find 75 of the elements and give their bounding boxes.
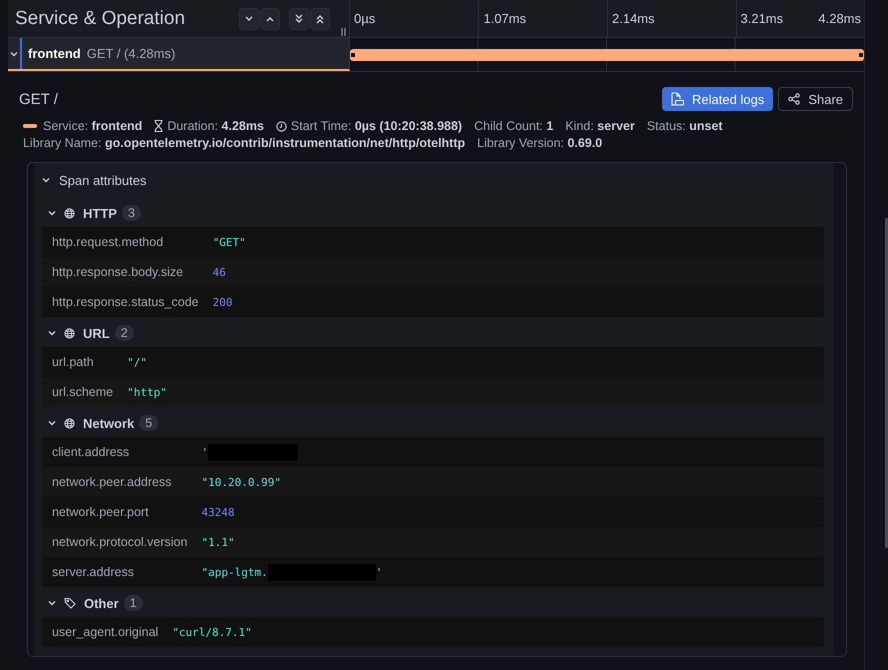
chevron-up-icon xyxy=(266,16,274,22)
globe-icon xyxy=(64,328,75,338)
share-button[interactable]: Share xyxy=(778,87,854,111)
span-title: GET / xyxy=(18,90,58,108)
globe-icon xyxy=(64,208,75,218)
globe-icon xyxy=(64,418,75,428)
attribute-key: url.path xyxy=(52,355,94,369)
span-bar[interactable] xyxy=(350,48,864,60)
document-icon xyxy=(671,92,684,106)
double-chevron-up-icon xyxy=(316,14,324,24)
span-detail: Child Count: 1 xyxy=(474,119,554,133)
library-detail: Library Name: go.opentelemetry.io/contrib/instrumentation/net/http/otelhttp xyxy=(22,136,466,150)
attribute-value: ' xyxy=(376,566,382,578)
column-title: Service & Operation xyxy=(14,8,186,30)
attribute-key: client.address xyxy=(52,445,130,459)
time-tick: 4.28ms xyxy=(818,11,862,26)
chevron-down-icon xyxy=(244,16,253,22)
group-title: Network xyxy=(82,416,134,430)
attribute-key: http.request.method xyxy=(52,235,164,249)
attribute-value: "curl/8.7.1" xyxy=(172,626,252,638)
group-title: HTTP xyxy=(82,206,117,220)
attribute-value: "http" xyxy=(127,386,167,398)
attribute-value: 43248 xyxy=(201,506,235,518)
count-badge: 3 xyxy=(122,205,141,221)
group-title: Other xyxy=(84,596,119,610)
hourglass-icon xyxy=(154,120,164,132)
group-title: URL xyxy=(82,326,110,340)
attribute-value: 200 xyxy=(212,296,232,308)
chevron-down-icon[interactable] xyxy=(48,209,56,217)
share-icon xyxy=(788,93,800,105)
time-tick: 3.21ms xyxy=(740,11,784,26)
time-tick: 2.14ms xyxy=(612,11,655,26)
attribute-value: 46 xyxy=(212,266,226,278)
span-detail: Service: frontend xyxy=(42,119,142,133)
attribute-key: http.response.body.size xyxy=(52,265,184,279)
time-tick: 1.07ms xyxy=(483,11,526,26)
attribute-value: "1.1" xyxy=(201,536,235,548)
operation-name: GET / (4.28ms) xyxy=(86,46,176,61)
span-detail: Start Time: 0µs (10:20:38.988) xyxy=(290,119,462,133)
expand-one-button[interactable] xyxy=(238,8,259,30)
chevron-down-icon[interactable] xyxy=(48,329,56,337)
attribute-value: "/" xyxy=(127,356,147,368)
section-title: Span attributes xyxy=(58,172,146,188)
double-chevron-down-icon xyxy=(294,14,303,24)
library-detail: Library Version: 0.69.0 xyxy=(477,136,602,150)
chevron-down-icon[interactable] xyxy=(42,176,50,184)
service-name: frontend xyxy=(28,46,81,61)
count-badge: 1 xyxy=(124,595,143,611)
chevron-down-icon[interactable] xyxy=(48,419,56,427)
attribute-value: "10.20.0.99" xyxy=(201,476,281,488)
time-tick: 0µs xyxy=(354,11,376,26)
collapse-one-button[interactable] xyxy=(260,8,280,30)
count-badge: 2 xyxy=(114,325,134,341)
collapse-all-button[interactable] xyxy=(310,8,330,30)
span-detail: Kind: server xyxy=(565,119,635,133)
resize-handle-icon[interactable] xyxy=(340,28,346,36)
count-badge: 5 xyxy=(139,415,158,431)
expand-all-button[interactable] xyxy=(288,8,309,30)
attribute-key: server.address xyxy=(52,565,134,579)
attribute-value: "GET" xyxy=(212,236,246,248)
attribute-key: url.scheme xyxy=(52,385,114,399)
tag-icon xyxy=(64,597,76,609)
attribute-key: user_agent.original xyxy=(52,625,158,639)
attribute-key: network.peer.port xyxy=(52,505,149,519)
chevron-down-icon[interactable] xyxy=(48,599,56,607)
attribute-key: network.protocol.version xyxy=(52,535,188,549)
attribute-value: ' xyxy=(201,446,208,458)
chevron-down-icon[interactable] xyxy=(10,50,18,58)
span-detail: Status: unset xyxy=(646,119,723,133)
attribute-value: "app-lgtm. xyxy=(201,566,268,578)
clock-icon xyxy=(276,120,287,132)
related-logs-button[interactable]: Related logs xyxy=(662,87,774,111)
span-detail: Duration: 4.28ms xyxy=(167,119,264,133)
attribute-key: http.response.status_code xyxy=(52,295,199,309)
attribute-key: network.peer.address xyxy=(52,475,172,489)
